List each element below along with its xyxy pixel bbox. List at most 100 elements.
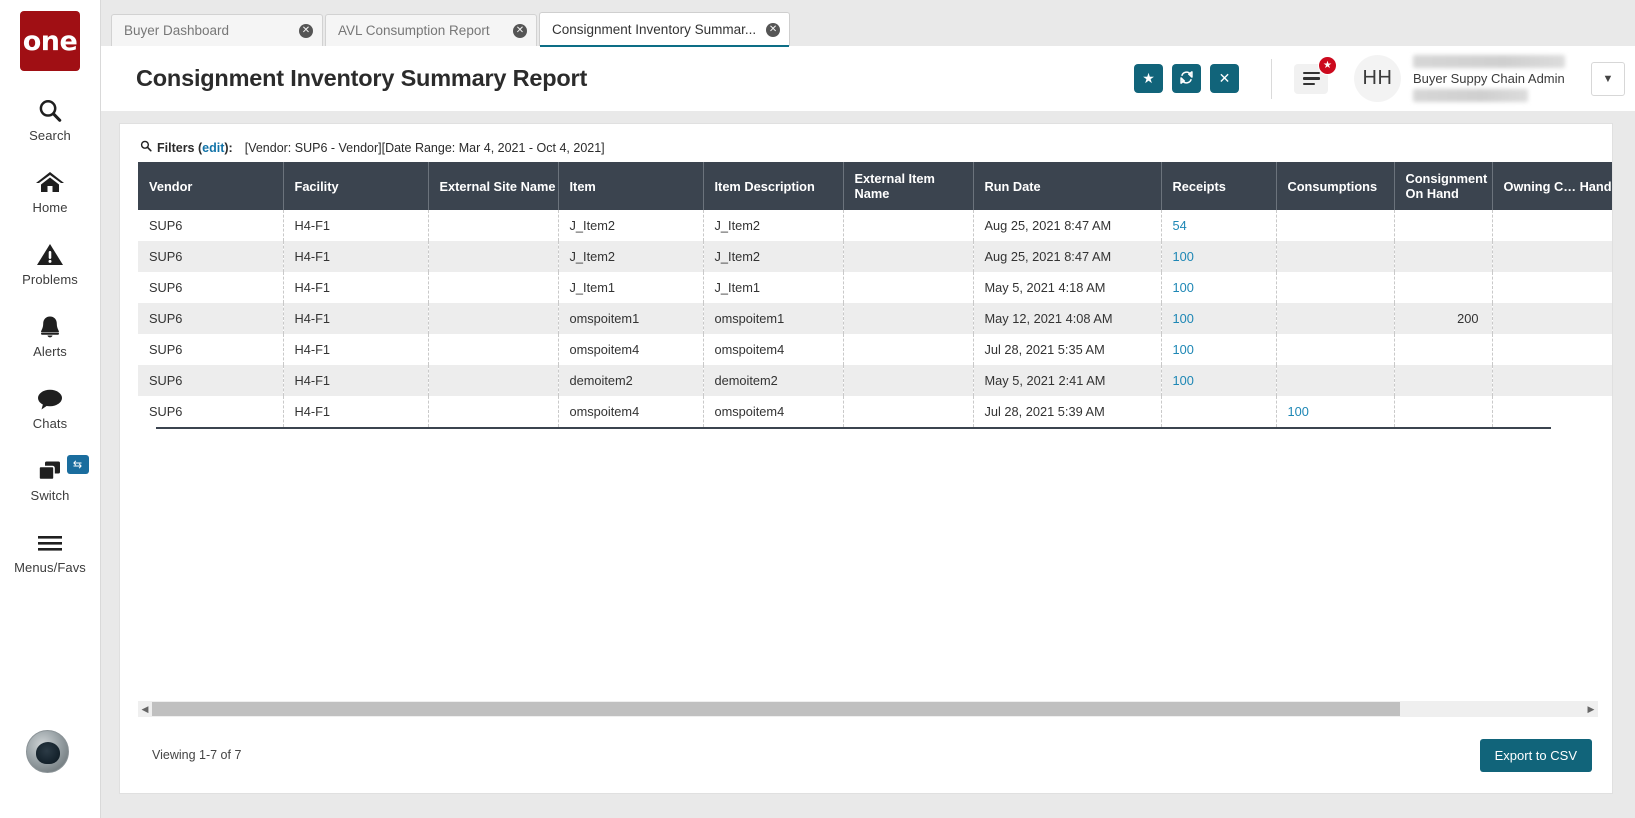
one-network-logo[interactable]: one bbox=[20, 11, 80, 71]
sidebar-item-menus-favs[interactable]: Menus/Favs bbox=[0, 527, 101, 575]
cell-vendor: SUP6 bbox=[138, 272, 283, 303]
sidebar-item-chats[interactable]: Chats bbox=[0, 383, 101, 431]
tab-label: AVL Consumption Report bbox=[338, 23, 490, 38]
cell-facility: H4-F1 bbox=[283, 365, 428, 396]
left-nav-rail: one Search Home Problems Alerts bbox=[0, 0, 101, 818]
col-run-date[interactable]: Run Date bbox=[973, 162, 1161, 210]
col-vendor[interactable]: Vendor bbox=[138, 162, 283, 210]
cell-facility: H4-F1 bbox=[283, 272, 428, 303]
cell-consumptions bbox=[1276, 334, 1394, 365]
cell-external-item-name bbox=[843, 272, 973, 303]
sidebar-label-menus-favs: Menus/Favs bbox=[14, 560, 86, 575]
cell-receipts[interactable]: 100 bbox=[1161, 303, 1276, 334]
refresh-button[interactable] bbox=[1172, 64, 1201, 93]
cell-run-date: Aug 25, 2021 8:47 AM bbox=[973, 210, 1161, 241]
cell-run-date: May 12, 2021 4:08 AM bbox=[973, 303, 1161, 334]
table-row[interactable]: SUP6H4-F1demoitem2demoitem2May 5, 2021 2… bbox=[138, 365, 1612, 396]
cell-link[interactable]: 100 bbox=[1173, 249, 1194, 264]
cell-owning-consignment-on-hand bbox=[1492, 210, 1612, 241]
cell-consumptions bbox=[1276, 272, 1394, 303]
user-menu-dropdown[interactable]: ▼ bbox=[1591, 62, 1625, 96]
cell-external-site-name bbox=[428, 272, 558, 303]
cell-owning-consignment-on-hand bbox=[1492, 272, 1612, 303]
cell-consignment-on-hand bbox=[1394, 365, 1492, 396]
sidebar-item-search[interactable]: Search bbox=[0, 95, 101, 143]
cell-link[interactable]: 54 bbox=[1173, 218, 1187, 233]
cell-link[interactable]: 100 bbox=[1173, 373, 1194, 388]
col-external-item-name[interactable]: External Item Name bbox=[843, 162, 973, 210]
cell-receipts[interactable]: 100 bbox=[1161, 241, 1276, 272]
cell-receipts[interactable]: 100 bbox=[1161, 334, 1276, 365]
export-to-csv-button[interactable]: Export to CSV bbox=[1480, 739, 1592, 772]
cell-link[interactable]: 100 bbox=[1173, 280, 1194, 295]
col-consumptions[interactable]: Consumptions bbox=[1276, 162, 1394, 210]
cell-item: omspoitem1 bbox=[558, 303, 703, 334]
table-row[interactable]: SUP6H4-F1omspoitem1omspoitem1May 12, 202… bbox=[138, 303, 1612, 334]
cell-link[interactable]: 100 bbox=[1288, 404, 1309, 419]
cell-facility: H4-F1 bbox=[283, 241, 428, 272]
cell-link[interactable]: 100 bbox=[1173, 342, 1194, 357]
cell-vendor: SUP6 bbox=[138, 365, 283, 396]
col-external-site-name[interactable]: External Site Name bbox=[428, 162, 558, 210]
hamburger-line bbox=[1303, 83, 1315, 85]
cell-consumptions[interactable]: 100 bbox=[1276, 396, 1394, 427]
col-item-description[interactable]: Item Description bbox=[703, 162, 843, 210]
cell-receipts[interactable]: 100 bbox=[1161, 272, 1276, 303]
sidebar-label-alerts: Alerts bbox=[33, 344, 67, 359]
sidebar-item-switch[interactable]: ⇆ Switch bbox=[0, 455, 101, 503]
swap-arrows-icon[interactable]: ⇆ bbox=[67, 455, 89, 474]
cell-item: demoitem2 bbox=[558, 365, 703, 396]
cell-run-date: Jul 28, 2021 5:39 AM bbox=[973, 396, 1161, 427]
scroll-left-arrow-icon[interactable]: ◀ bbox=[138, 704, 152, 715]
report-card: Filters (edit): [Vendor: SUP6 - Vendor][… bbox=[119, 123, 1613, 794]
table-row[interactable]: SUP6H4-F1omspoitem4omspoitem4Jul 28, 202… bbox=[138, 396, 1612, 427]
sidebar-item-alerts[interactable]: Alerts bbox=[0, 311, 101, 359]
tab-avl-consumption-report[interactable]: AVL Consumption Report ✕ bbox=[325, 14, 537, 46]
cell-run-date: Jul 28, 2021 5:35 AM bbox=[973, 334, 1161, 365]
col-consignment-on-hand[interactable]: Consignment On Hand bbox=[1394, 162, 1492, 210]
cell-item-description: omspoitem4 bbox=[703, 396, 843, 427]
rail-user-avatar[interactable] bbox=[26, 730, 69, 773]
col-receipts[interactable]: Receipts bbox=[1161, 162, 1276, 210]
col-facility[interactable]: Facility bbox=[283, 162, 428, 210]
favorite-button[interactable]: ★ bbox=[1134, 64, 1163, 93]
filters-edit-link[interactable]: edit bbox=[202, 141, 224, 155]
scrollbar-track[interactable] bbox=[152, 702, 1584, 716]
cell-consumptions bbox=[1276, 241, 1394, 272]
user-org-redacted bbox=[1413, 89, 1528, 102]
horizontal-scrollbar[interactable]: ◀ ▶ bbox=[138, 701, 1598, 717]
table-row[interactable]: SUP6H4-F1J_Item2J_Item2Aug 25, 2021 8:47… bbox=[138, 241, 1612, 272]
tab-buyer-dashboard[interactable]: Buyer Dashboard ✕ bbox=[111, 14, 323, 46]
tab-consignment-inventory-summary[interactable]: Consignment Inventory Summar... ✕ bbox=[539, 12, 790, 46]
tab-label: Buyer Dashboard bbox=[124, 23, 229, 38]
table-row[interactable]: SUP6H4-F1J_Item2J_Item2Aug 25, 2021 8:47… bbox=[138, 210, 1612, 241]
sidebar-item-problems[interactable]: Problems bbox=[0, 239, 101, 287]
chevron-down-icon: ▼ bbox=[1603, 73, 1614, 85]
close-icon[interactable]: ✕ bbox=[299, 24, 313, 38]
cell-consumptions bbox=[1276, 303, 1394, 334]
cell-consignment-on-hand bbox=[1394, 272, 1492, 303]
table-row[interactable]: SUP6H4-F1omspoitem4omspoitem4Jul 28, 202… bbox=[138, 334, 1612, 365]
avatar[interactable]: HH bbox=[1354, 55, 1401, 102]
cell-receipts[interactable]: 100 bbox=[1161, 365, 1276, 396]
table-row[interactable]: SUP6H4-F1J_Item1J_Item1May 5, 2021 4:18 … bbox=[138, 272, 1612, 303]
warning-icon bbox=[36, 239, 64, 270]
cell-receipts[interactable]: 54 bbox=[1161, 210, 1276, 241]
cell-link[interactable]: 100 bbox=[1173, 311, 1194, 326]
page-header: Consignment Inventory Summary Report ★ ✕ bbox=[101, 46, 1635, 111]
cell-consignment-on-hand bbox=[1394, 241, 1492, 272]
close-button[interactable]: ✕ bbox=[1210, 64, 1239, 93]
cell-external-item-name bbox=[843, 334, 973, 365]
tab-label: Consignment Inventory Summar... bbox=[552, 22, 756, 37]
notifications-menu-button[interactable]: ★ bbox=[1294, 64, 1328, 94]
close-icon[interactable]: ✕ bbox=[766, 23, 780, 37]
scrollbar-thumb[interactable] bbox=[152, 702, 1400, 716]
sidebar-item-home[interactable]: Home bbox=[0, 167, 101, 215]
scroll-right-arrow-icon[interactable]: ▶ bbox=[1584, 704, 1598, 715]
col-owning-consignment-on-hand[interactable]: Owning C… Hand bbox=[1492, 162, 1612, 210]
home-icon bbox=[35, 167, 65, 198]
close-icon[interactable]: ✕ bbox=[513, 24, 527, 38]
sidebar-label-chats: Chats bbox=[33, 416, 67, 431]
cell-item: J_Item2 bbox=[558, 241, 703, 272]
col-item[interactable]: Item bbox=[558, 162, 703, 210]
